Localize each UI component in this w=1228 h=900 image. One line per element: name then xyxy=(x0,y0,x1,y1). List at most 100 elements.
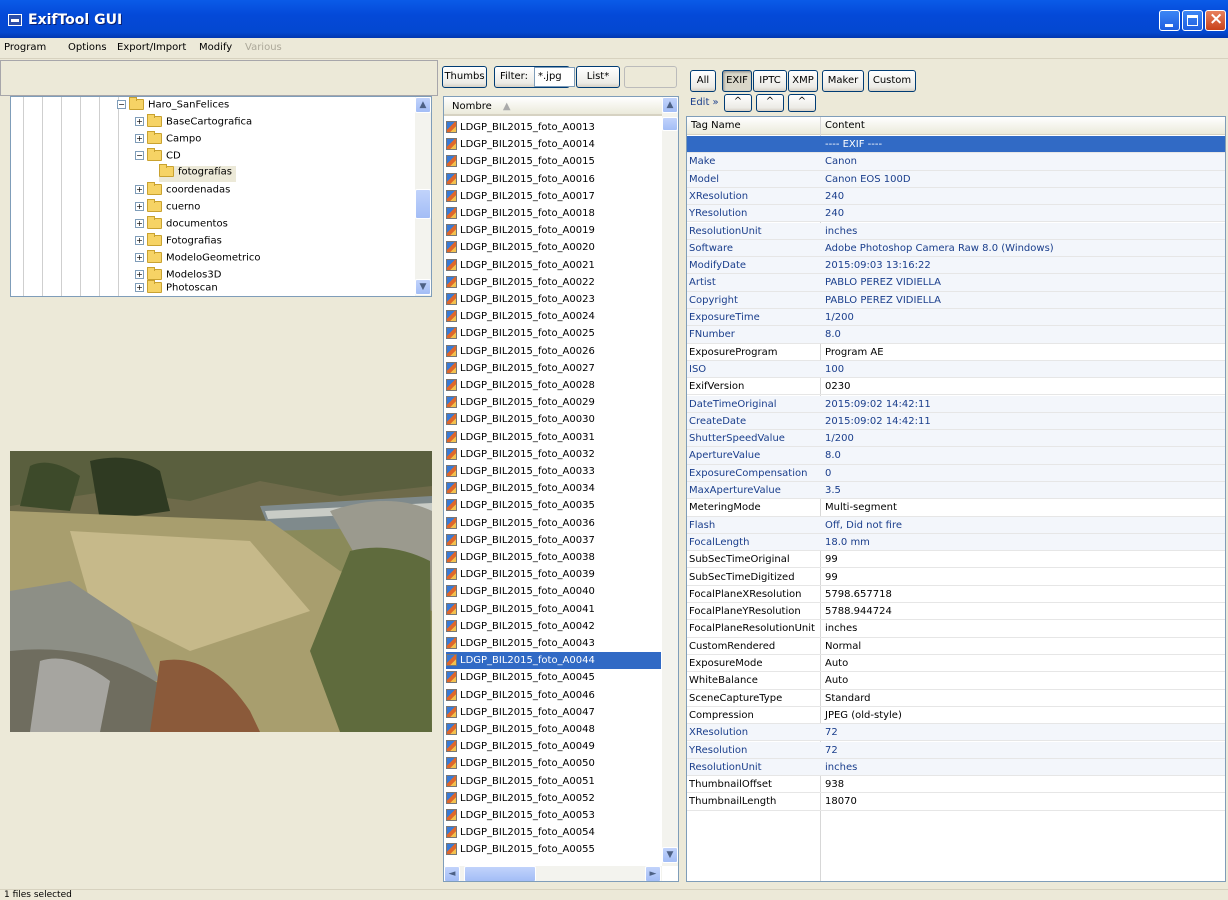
file-list[interactable]: Nombre ▲ LDGP_BIL2015_foto_A0013 LDGP_BIL… xyxy=(443,96,679,882)
table-row[interactable]: ShutterSpeedValue 1/200 xyxy=(687,430,1225,448)
table-row[interactable]: ModifyDate 2015:09:03 13:16:22 xyxy=(687,257,1225,275)
scroll-thumb[interactable] xyxy=(415,189,431,219)
tree-item-fotografias[interactable]: fotografías xyxy=(159,164,236,182)
table-row[interactable]: XResolution 72 xyxy=(687,724,1225,742)
expand-icon[interactable]: + xyxy=(135,283,144,292)
tree-scrollbar[interactable]: ▲ ▼ xyxy=(415,97,431,296)
file-list-item[interactable]: LDGP_BIL2015_foto_A0041 xyxy=(446,601,661,618)
file-list-item[interactable]: LDGP_BIL2015_foto_A0035 xyxy=(446,497,661,514)
table-row[interactable]: DateTimeOriginal 2015:09:02 14:42:11 xyxy=(687,395,1225,413)
folder-tree[interactable]: − Haro_SanFelices + BaseCartografica + Camp… xyxy=(10,96,432,297)
file-list-item[interactable]: LDGP_BIL2015_foto_A0031 xyxy=(446,429,661,446)
table-row[interactable]: ResolutionUnit inches xyxy=(687,758,1225,777)
header-tag-name[interactable]: Tag Name xyxy=(691,117,741,135)
file-list-item[interactable]: LDGP_BIL2015_foto_A0045 xyxy=(446,669,661,686)
file-list-item[interactable]: LDGP_BIL2015_foto_A0051 xyxy=(446,773,661,790)
menu-export-import[interactable]: Export/Import xyxy=(117,42,186,53)
tree-item-documentos[interactable]: + documentos xyxy=(135,216,228,234)
list-button[interactable]: List* xyxy=(576,66,620,88)
file-list-item[interactable]: LDGP_BIL2015_foto_A0040 xyxy=(446,583,661,600)
menu-modify[interactable]: Modify xyxy=(199,42,232,53)
tree-item-haro[interactable]: − Haro_SanFelices xyxy=(117,97,229,115)
minimize-button[interactable] xyxy=(1159,10,1180,31)
file-list-item[interactable]: LDGP_BIL2015_foto_A0025 xyxy=(446,325,661,342)
file-list-item[interactable]: LDGP_BIL2015_foto_A0015 xyxy=(446,153,661,170)
file-list-item[interactable]: LDGP_BIL2015_foto_A0036 xyxy=(446,515,661,532)
menu-options[interactable]: Options xyxy=(68,42,107,53)
table-row[interactable]: FocalPlaneResolutionUnit inches xyxy=(687,620,1225,638)
expand-icon[interactable]: + xyxy=(135,236,144,245)
table-row[interactable]: WhiteBalance Auto xyxy=(687,672,1225,690)
move-up-button-3[interactable]: ^ xyxy=(788,94,816,112)
file-list-item[interactable]: LDGP_BIL2015_foto_A0033 xyxy=(446,463,661,480)
file-list-item[interactable]: LDGP_BIL2015_foto_A0050 xyxy=(446,755,661,772)
file-list-item[interactable]: LDGP_BIL2015_foto_A0038 xyxy=(446,549,661,566)
tag-exif-button[interactable]: EXIF xyxy=(722,70,752,92)
table-row[interactable]: Model Canon EOS 100D xyxy=(687,170,1225,188)
menu-program[interactable]: Program xyxy=(4,42,46,53)
file-list-item[interactable]: LDGP_BIL2015_foto_A0020 xyxy=(446,239,661,256)
file-list-item[interactable]: LDGP_BIL2015_foto_A0019 xyxy=(446,222,661,239)
table-row[interactable]: SubSecTimeDigitized 99 xyxy=(687,569,1225,586)
tree-item-cd[interactable]: − CD xyxy=(135,148,181,166)
file-list-item[interactable]: LDGP_BIL2015_foto_A0013 xyxy=(446,119,661,136)
file-list-item[interactable]: LDGP_BIL2015_foto_A0017 xyxy=(446,188,661,205)
tag-xmp-button[interactable]: XMP xyxy=(788,70,818,92)
metadata-table[interactable]: Tag Name Content ---- EXIF ---- Make Canon… xyxy=(686,116,1226,882)
tree-item-modelogeometrico[interactable]: + ModeloGeometrico xyxy=(135,250,260,268)
file-list-item[interactable]: LDGP_BIL2015_foto_A0037 xyxy=(446,532,661,549)
close-button[interactable]: × xyxy=(1205,9,1226,31)
tag-custom-button[interactable]: Custom xyxy=(868,70,916,92)
scroll-down-icon[interactable]: ▼ xyxy=(662,847,678,863)
collapse-icon[interactable]: − xyxy=(135,151,144,160)
blank-button[interactable] xyxy=(624,66,677,88)
table-row[interactable]: ExposureMode Auto xyxy=(687,655,1225,673)
table-row[interactable]: YResolution 240 xyxy=(687,205,1225,223)
table-row[interactable]: ISO 100 xyxy=(687,360,1225,379)
table-row[interactable]: YResolution 72 xyxy=(687,741,1225,759)
expand-icon[interactable]: + xyxy=(135,219,144,228)
file-list-item[interactable]: LDGP_BIL2015_foto_A0044 xyxy=(446,652,661,670)
file-list-item[interactable]: LDGP_BIL2015_foto_A0043 xyxy=(446,635,661,652)
table-row[interactable]: MeteringMode Multi-segment xyxy=(687,499,1225,517)
file-list-item[interactable]: LDGP_BIL2015_foto_A0026 xyxy=(446,343,661,360)
file-list-item[interactable]: LDGP_BIL2015_foto_A0030 xyxy=(446,411,661,428)
file-list-item[interactable]: LDGP_BIL2015_foto_A0048 xyxy=(446,721,661,738)
table-row[interactable]: FocalPlaneYResolution 5788.944724 xyxy=(687,603,1225,621)
table-row[interactable]: ThumbnailOffset 938 xyxy=(687,776,1225,794)
expand-icon[interactable]: + xyxy=(135,117,144,126)
file-list-item[interactable]: LDGP_BIL2015_foto_A0016 xyxy=(446,171,661,188)
scroll-thumb[interactable] xyxy=(662,117,678,131)
file-list-item[interactable]: LDGP_BIL2015_foto_A0021 xyxy=(446,257,661,274)
file-list-item[interactable]: LDGP_BIL2015_foto_A0049 xyxy=(446,738,661,755)
table-row[interactable]: Make Canon xyxy=(687,153,1225,171)
file-list-item[interactable]: LDGP_BIL2015_foto_A0042 xyxy=(446,618,661,635)
file-list-item[interactable]: LDGP_BIL2015_foto_A0023 xyxy=(446,291,661,308)
move-up-button-1[interactable]: ^ xyxy=(724,94,752,112)
file-list-item[interactable]: LDGP_BIL2015_foto_A0024 xyxy=(446,308,661,325)
thumbs-button[interactable]: Thumbs xyxy=(442,66,487,88)
table-row[interactable]: Software Adobe Photoshop Camera Raw 8.0 (… xyxy=(687,239,1225,258)
table-row[interactable]: ExposureProgram Program AE xyxy=(687,344,1225,361)
file-list-item[interactable]: LDGP_BIL2015_foto_A0053 xyxy=(446,807,661,824)
file-list-item[interactable]: LDGP_BIL2015_foto_A0055 xyxy=(446,841,661,858)
tree-item-campo[interactable]: + Campo xyxy=(135,131,201,149)
tag-iptc-button[interactable]: IPTC xyxy=(753,70,787,92)
table-row[interactable]: ApertureValue 8.0 xyxy=(687,447,1225,465)
table-row[interactable]: ExifVersion 0230 xyxy=(687,378,1225,396)
table-row[interactable]: ThumbnailLength 18070 xyxy=(687,793,1225,811)
file-list-item[interactable]: LDGP_BIL2015_foto_A0027 xyxy=(446,360,661,377)
file-list-item[interactable]: LDGP_BIL2015_foto_A0028 xyxy=(446,377,661,394)
table-row[interactable]: ---- EXIF ---- xyxy=(687,136,1225,154)
table-row[interactable]: FocalLength 18.0 mm xyxy=(687,533,1225,552)
file-scrollbar[interactable]: ▲ ▼ xyxy=(662,97,678,866)
file-list-item[interactable]: LDGP_BIL2015_foto_A0052 xyxy=(446,790,661,807)
tree-item-coordenadas[interactable]: + coordenadas xyxy=(135,182,230,200)
tag-maker-button[interactable]: Maker xyxy=(822,70,864,92)
tag-all-button[interactable]: All xyxy=(690,70,716,92)
table-row[interactable]: Artist PABLO PEREZ VIDIELLA xyxy=(687,274,1225,292)
file-list-item[interactable]: LDGP_BIL2015_foto_A0022 xyxy=(446,274,661,291)
expand-icon[interactable]: + xyxy=(135,185,144,194)
table-row[interactable]: Flash Off, Did not fire xyxy=(687,516,1225,534)
collapse-icon[interactable]: − xyxy=(117,100,126,109)
